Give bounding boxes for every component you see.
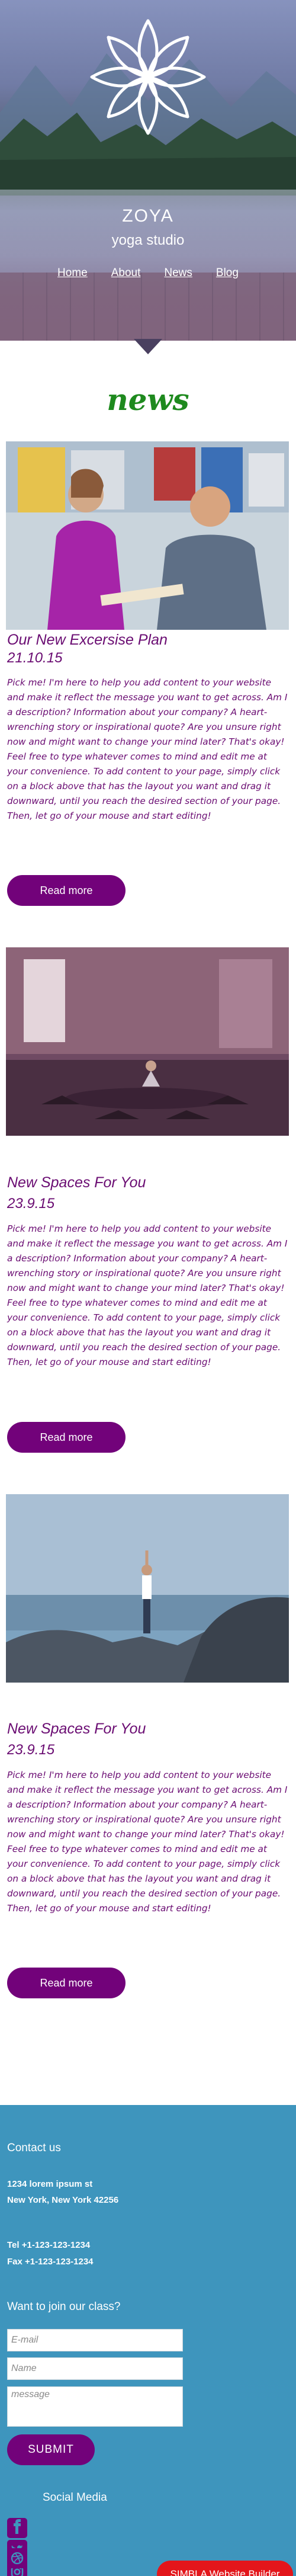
email-field[interactable] — [7, 2329, 183, 2351]
name-field[interactable] — [7, 2357, 183, 2380]
post-body: Pick me! I'm here to help you add conten… — [7, 1223, 288, 1367]
post-title[interactable]: Our New Excersise Plan — [7, 632, 168, 649]
fax-number: Fax +1-123-123-1234 — [7, 2257, 94, 2267]
address-line-1: 1234 lorem ipsum st — [7, 2179, 93, 2189]
tree-pose-on-rocks-photo — [6, 1494, 289, 1683]
nav-home[interactable]: Home — [57, 267, 88, 280]
lake-reflection — [0, 190, 296, 273]
dribbble-icon-visible[interactable] — [7, 2548, 27, 2568]
join-class-heading: Want to join our class? — [7, 2301, 121, 2313]
yoga-studio-room-photo — [6, 947, 289, 1136]
post-body: Pick me! I'm here to help you add conten… — [7, 677, 288, 821]
phone-number: Tel +1-123-123-1234 — [7, 2240, 91, 2250]
read-more-button[interactable]: Read more — [7, 875, 126, 906]
read-more-button[interactable]: Read more — [7, 1968, 126, 1998]
hero-down-arrow-icon — [134, 339, 162, 354]
message-field[interactable] — [7, 2386, 183, 2427]
wooden-dock — [0, 273, 296, 341]
post-date: 23.9.15 — [7, 1196, 55, 1212]
nav-news[interactable]: News — [164, 267, 192, 280]
post-body: Pick me! I'm here to help you add conten… — [7, 1770, 288, 1914]
post-image-trainer[interactable] — [6, 441, 289, 630]
address-line-2: New York, New York 42256 — [7, 2195, 119, 2205]
submit-button[interactable]: SUBMIT — [7, 2434, 95, 2465]
post-title[interactable]: New Spaces For You — [7, 1720, 146, 1738]
post-title[interactable]: New Spaces For You — [7, 1174, 146, 1191]
lotus-logo[interactable] — [86, 18, 210, 136]
brand-tagline: yoga studio — [111, 232, 185, 248]
post-date: 23.9.15 — [7, 1742, 55, 1758]
post-image-tree-pose[interactable] — [6, 1494, 289, 1683]
post-image-studio[interactable] — [6, 947, 289, 1136]
facebook-icon[interactable] — [7, 2518, 27, 2538]
post-date: 21.10.15 — [7, 650, 63, 666]
brand-name: ZOYA — [122, 206, 174, 226]
news-heading: news — [107, 382, 189, 417]
main-nav: Home About News Blog — [0, 267, 296, 280]
nav-about[interactable]: About — [111, 267, 141, 280]
read-more-button[interactable]: Read more — [7, 1422, 126, 1453]
social-media-heading: Social Media — [43, 2491, 107, 2504]
footer: Contact us 1234 lorem ipsum st New York,… — [0, 2105, 296, 2576]
nav-blog[interactable]: Blog — [216, 267, 239, 280]
hero-banner: ZOYA yoga studio Home About News Blog — [0, 0, 296, 341]
contact-heading: Contact us — [7, 2142, 61, 2154]
simbla-badge[interactable]: SIMBLA Website Builder — [157, 2561, 293, 2576]
trainer-and-client-photo — [6, 441, 289, 630]
